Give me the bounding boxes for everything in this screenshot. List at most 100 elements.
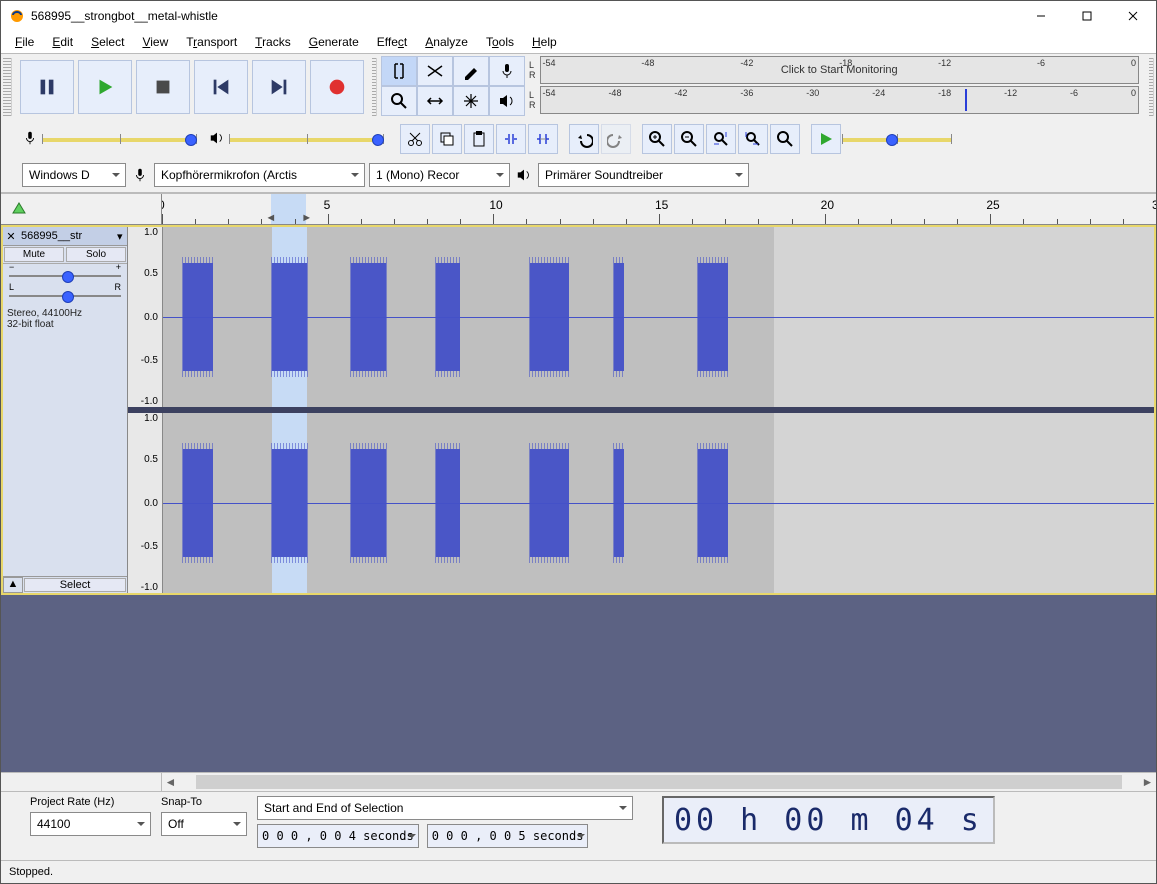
fit-project-button[interactable] bbox=[738, 124, 768, 154]
paste-button[interactable] bbox=[464, 124, 494, 154]
zoom-in-button[interactable] bbox=[642, 124, 672, 154]
scroll-left-button[interactable]: ◄ bbox=[162, 773, 179, 791]
toolbar-grip[interactable] bbox=[372, 58, 377, 116]
play-button[interactable] bbox=[78, 60, 132, 114]
ruler-tick-label: 20 bbox=[821, 198, 834, 212]
multi-tool[interactable] bbox=[453, 86, 489, 116]
ruler-tick-label: 0 bbox=[162, 198, 165, 212]
cut-button[interactable] bbox=[400, 124, 430, 154]
timeline-ruler[interactable]: ◄► 051015202530 bbox=[1, 194, 1156, 225]
amplitude-scale-right: 1.0 0.5 0.0 -0.5 -1.0 bbox=[128, 413, 163, 593]
menu-file[interactable]: File bbox=[7, 33, 42, 51]
title-bar: 568995__strongbot__metal-whistle bbox=[1, 1, 1156, 31]
menu-effect[interactable]: Effect bbox=[369, 33, 415, 51]
menu-edit[interactable]: Edit bbox=[44, 33, 81, 51]
pin-icon[interactable] bbox=[9, 199, 29, 219]
track-collapse-button[interactable]: ▲ bbox=[3, 577, 23, 593]
zoom-tool[interactable] bbox=[381, 86, 417, 116]
playback-meter[interactable]: -54 -48 -42 -36 -30 -24 -18 -12 -6 0 bbox=[540, 86, 1140, 114]
play-at-speed-button[interactable] bbox=[811, 124, 841, 154]
track-menu-button[interactable]: ▾ bbox=[117, 230, 127, 243]
close-button[interactable] bbox=[1110, 1, 1156, 31]
menu-transport[interactable]: Transport bbox=[178, 33, 245, 51]
waveform-left[interactable] bbox=[163, 227, 1154, 407]
track-pan-slider[interactable]: L R bbox=[9, 292, 121, 300]
stop-button[interactable] bbox=[136, 60, 190, 114]
zoom-toggle-button[interactable] bbox=[770, 124, 800, 154]
redo-button[interactable] bbox=[601, 124, 631, 154]
toolbar-grip[interactable] bbox=[1149, 58, 1154, 116]
rec-meter-placeholder[interactable]: Click to Start Monitoring bbox=[541, 57, 1139, 83]
snap-to-label: Snap-To bbox=[161, 796, 247, 808]
ruler-tick-label: 5 bbox=[324, 198, 331, 212]
menu-view[interactable]: View bbox=[134, 33, 176, 51]
toolbar-grip[interactable] bbox=[3, 58, 12, 116]
selection-end-field[interactable]: 0 0 0 , 0 0 5 seconds bbox=[427, 824, 589, 848]
speaker-meter-icon[interactable] bbox=[489, 86, 525, 116]
ruler-selection: ◄► bbox=[271, 194, 306, 224]
window-title: 568995__strongbot__metal-whistle bbox=[31, 9, 1018, 23]
copy-button[interactable] bbox=[432, 124, 462, 154]
recording-channels-select[interactable]: 1 (Mono) Recor bbox=[369, 163, 510, 187]
skip-start-button[interactable] bbox=[194, 60, 248, 114]
envelope-tool[interactable] bbox=[417, 56, 453, 86]
playback-speed-slider[interactable] bbox=[842, 131, 952, 147]
undo-button[interactable] bbox=[569, 124, 599, 154]
mic-meter-icon[interactable] bbox=[489, 56, 525, 86]
track-gain-slider[interactable]: − + bbox=[9, 272, 121, 280]
playback-meter-peak bbox=[965, 89, 967, 111]
scroll-right-button[interactable]: ► bbox=[1139, 773, 1156, 791]
trim-button[interactable] bbox=[496, 124, 526, 154]
tracks-area: ✕ 568995__str ▾ Mute Solo − + bbox=[1, 225, 1156, 772]
skip-end-button[interactable] bbox=[252, 60, 306, 114]
transport-toolbar bbox=[14, 54, 370, 120]
menu-tools[interactable]: Tools bbox=[478, 33, 522, 51]
silence-button[interactable] bbox=[528, 124, 558, 154]
amplitude-scale-left: 1.0 0.5 0.0 -0.5 -1.0 bbox=[128, 227, 163, 407]
menu-bar: File Edit Select View Transport Tracks G… bbox=[1, 31, 1156, 53]
ruler-tick-label: 30 bbox=[1152, 198, 1156, 212]
menu-file-label: ile bbox=[22, 35, 34, 49]
menu-generate[interactable]: Generate bbox=[301, 33, 367, 51]
ruler-tick-label: 25 bbox=[986, 198, 999, 212]
menu-select[interactable]: Select bbox=[83, 33, 132, 51]
track-close-button[interactable]: ✕ bbox=[3, 230, 19, 243]
playback-volume-slider[interactable] bbox=[229, 131, 384, 147]
minimize-button[interactable] bbox=[1018, 1, 1064, 31]
status-text: Stopped. bbox=[9, 866, 53, 878]
mute-button[interactable]: Mute bbox=[4, 247, 64, 262]
record-button[interactable] bbox=[310, 60, 364, 114]
audio-track: ✕ 568995__str ▾ Mute Solo − + bbox=[1, 225, 1156, 595]
speaker-icon bbox=[209, 130, 225, 149]
mic-icon bbox=[22, 130, 38, 149]
project-rate-select[interactable]: 44100 bbox=[30, 812, 151, 836]
selection-start-field[interactable]: 0 0 0 , 0 0 4 seconds bbox=[257, 824, 419, 848]
selection-format-select[interactable]: Start and End of Selection bbox=[257, 796, 633, 820]
waveform-right[interactable] bbox=[163, 413, 1154, 593]
maximize-button[interactable] bbox=[1064, 1, 1110, 31]
track-name[interactable]: 568995__str bbox=[19, 230, 117, 242]
toolbars: LR -54 -48 -42 Click to Start Monitoring… bbox=[1, 53, 1156, 194]
recording-device-select[interactable]: Kopfhörermikrofon (Arctis bbox=[154, 163, 365, 187]
horizontal-scrollbar[interactable]: ◄ ► bbox=[1, 772, 1156, 791]
selection-tool[interactable] bbox=[381, 56, 417, 86]
audio-position-display[interactable]: 00 h 00 m 04 s bbox=[662, 796, 995, 844]
pause-button[interactable] bbox=[20, 60, 74, 114]
solo-button[interactable]: Solo bbox=[66, 247, 126, 262]
snap-to-select[interactable]: Off bbox=[161, 812, 247, 836]
timeshift-tool[interactable] bbox=[417, 86, 453, 116]
audio-host-select[interactable]: Windows D bbox=[22, 163, 126, 187]
menu-tracks[interactable]: Tracks bbox=[247, 33, 299, 51]
recording-volume-slider[interactable] bbox=[42, 131, 197, 147]
recording-meter[interactable]: -54 -48 -42 Click to Start Monitoring -1… bbox=[540, 56, 1140, 84]
playback-device-select[interactable]: Primärer Soundtreiber bbox=[538, 163, 749, 187]
ruler-tick-label: 15 bbox=[655, 198, 668, 212]
draw-tool[interactable] bbox=[453, 56, 489, 86]
app-icon bbox=[9, 8, 25, 24]
track-select-button[interactable]: Select bbox=[24, 578, 126, 592]
menu-analyze[interactable]: Analyze bbox=[417, 33, 476, 51]
fit-selection-button[interactable] bbox=[706, 124, 736, 154]
tools-toolbar bbox=[381, 56, 525, 118]
zoom-out-button[interactable] bbox=[674, 124, 704, 154]
menu-help[interactable]: Help bbox=[524, 33, 565, 51]
